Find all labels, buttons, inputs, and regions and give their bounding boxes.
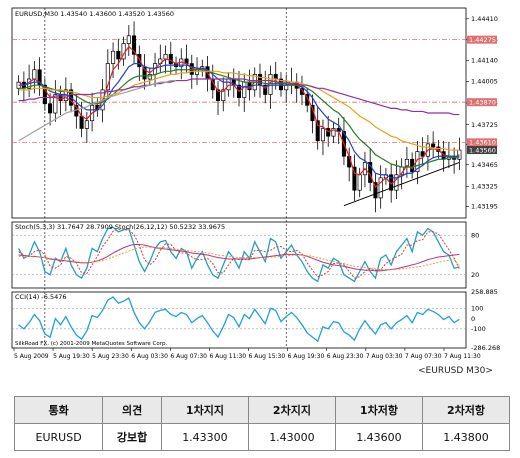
- price-tick-label: 1.44410: [471, 15, 498, 23]
- price-tick-label: 1.43325: [471, 183, 498, 191]
- panel-frame-2: [11, 221, 467, 289]
- price-panel-header: EURUSD,M30 1.43540 1.43600 1.43520 1.435…: [15, 10, 174, 18]
- cell-currency: EURUSD: [13, 423, 104, 451]
- time-tick-label: 6 Aug 11:30: [209, 353, 246, 360]
- cci-panel-header: CCI(14) -6.5476: [15, 293, 67, 301]
- candle-body: [226, 78, 231, 91]
- cci-tick-label: 100: [471, 305, 483, 313]
- candle-body: [111, 50, 116, 64]
- cci-tick-label: -100: [471, 325, 486, 333]
- candle-body: [163, 53, 168, 60]
- cell-resistance-1: 1.43600: [334, 423, 423, 451]
- cell-opinion: 강보합: [102, 423, 162, 451]
- candle-body: [79, 115, 84, 129]
- candle-body: [320, 128, 325, 142]
- candle-body: [116, 50, 121, 60]
- time-tick-label: 5 Aug 2009: [14, 353, 49, 360]
- cell-support-1: 1.43300: [160, 423, 249, 451]
- price-tag-label: 1.43870: [469, 99, 496, 107]
- candle-body: [168, 53, 173, 64]
- header-currency: 통화: [13, 396, 104, 424]
- price-tick-label: 1.43725: [471, 121, 498, 129]
- price-tag-label: 1.43560: [469, 146, 496, 154]
- price-tick-label: 1.44140: [471, 57, 498, 65]
- cci-tick-label: 0: [471, 315, 475, 323]
- candle-body: [126, 35, 131, 44]
- candle-body: [48, 103, 53, 114]
- candle-body: [242, 81, 247, 98]
- time-tick-label: 6 Aug 07:30: [170, 353, 207, 360]
- header-resistance-2: 2차저항: [421, 396, 511, 424]
- price-tag-label: 1.44275: [469, 36, 496, 44]
- price-tick-label: 1.43465: [471, 161, 498, 169]
- time-tick-label: 7 Aug 07:30: [405, 353, 442, 360]
- time-tick-label: 6 Aug 19:30: [288, 353, 325, 360]
- candle-body: [32, 69, 37, 80]
- chart-svg: 1.444101.442751.441401.440051.438651.437…: [11, 7, 500, 360]
- header-support-2: 2차지지: [247, 396, 336, 424]
- time-tick-label: 6 Aug 23:30: [327, 353, 364, 360]
- support-resistance-table: 통화 의견 1차지지 2차지지 1차저항 2차저항 EURUSD 강보합 1.4…: [13, 396, 511, 451]
- time-tick-label: 5 Aug 19:30: [53, 353, 90, 360]
- chart-caption: <EURUSD M30>: [418, 366, 493, 376]
- table-header-row: 통화 의견 1차지지 2차지지 1차저항 2차저항: [13, 396, 511, 424]
- price-tick-label: 1.43195: [471, 203, 498, 211]
- price-tick-label: 1.44005: [471, 78, 498, 86]
- header-support-1: 1차지지: [160, 396, 249, 424]
- candle-body: [194, 69, 200, 75]
- time-tick-label: 7 Aug 11:30: [444, 353, 481, 360]
- header-opinion: 의견: [102, 396, 162, 424]
- time-tick-label: 5 Aug 23:30: [92, 353, 129, 360]
- candle-body: [326, 128, 331, 137]
- stoch-tick-label: 80: [471, 231, 479, 239]
- candle-body: [284, 84, 289, 91]
- header-resistance-1: 1차저항: [334, 396, 423, 424]
- stoch-tick-label: 20: [471, 271, 479, 279]
- cell-resistance-2: 1.43800: [421, 423, 511, 451]
- panel-frame-3: [11, 291, 467, 349]
- candle-body: [273, 74, 278, 80]
- candle-body: [268, 74, 273, 95]
- cell-support-2: 1.43000: [247, 423, 336, 451]
- cci-tick-label: -286.268: [471, 344, 500, 352]
- stoch-panel-header: Stoch(5,3,3) 31.7647 28.7909 Stoch(26,12…: [15, 223, 225, 231]
- eurusd-chart: 1.444101.442751.441401.440051.438651.437…: [0, 0, 520, 370]
- candle-body: [357, 174, 362, 191]
- cci-tick-label: 258.885: [471, 288, 498, 296]
- time-tick-label: 7 Aug 03:30: [366, 353, 403, 360]
- time-tick-label: 6 Aug 15:30: [249, 353, 286, 360]
- table-row: EURUSD 강보합 1.43300 1.43000 1.43600 1.438…: [13, 423, 511, 451]
- time-tick-label: 6 Aug 03:30: [131, 353, 168, 360]
- candle-body: [84, 120, 89, 129]
- copyright-text: SilkRoad FX, (c) 2001-2009 MetaQuotes So…: [15, 341, 167, 347]
- candle-body: [431, 143, 436, 148]
